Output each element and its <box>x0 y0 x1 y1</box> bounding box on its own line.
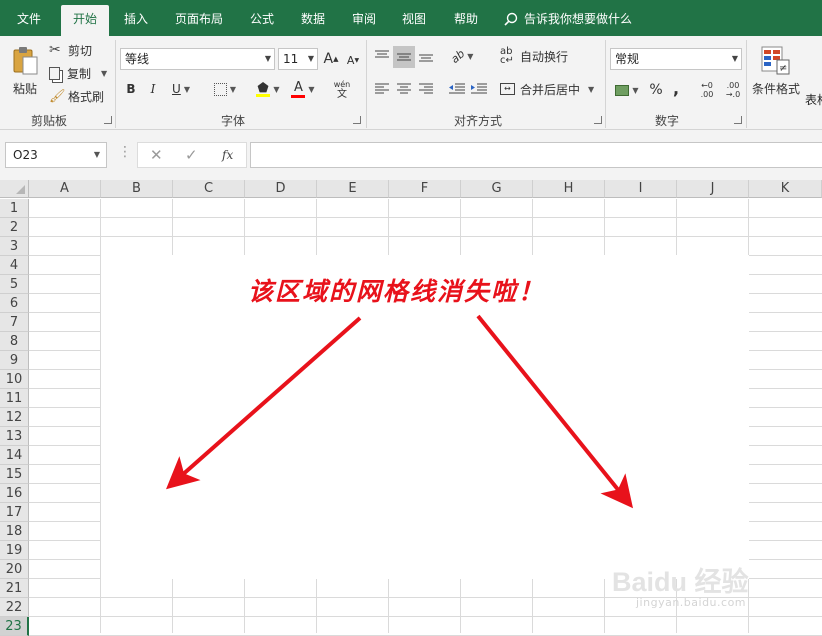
annotation-arrows <box>166 314 634 509</box>
arrow-left <box>166 316 362 490</box>
baidu-watermark: Baidu 经验 <box>612 567 749 597</box>
arrow-right <box>476 314 634 509</box>
baidu-watermark-url: jingyan.baidu.com <box>636 596 747 609</box>
